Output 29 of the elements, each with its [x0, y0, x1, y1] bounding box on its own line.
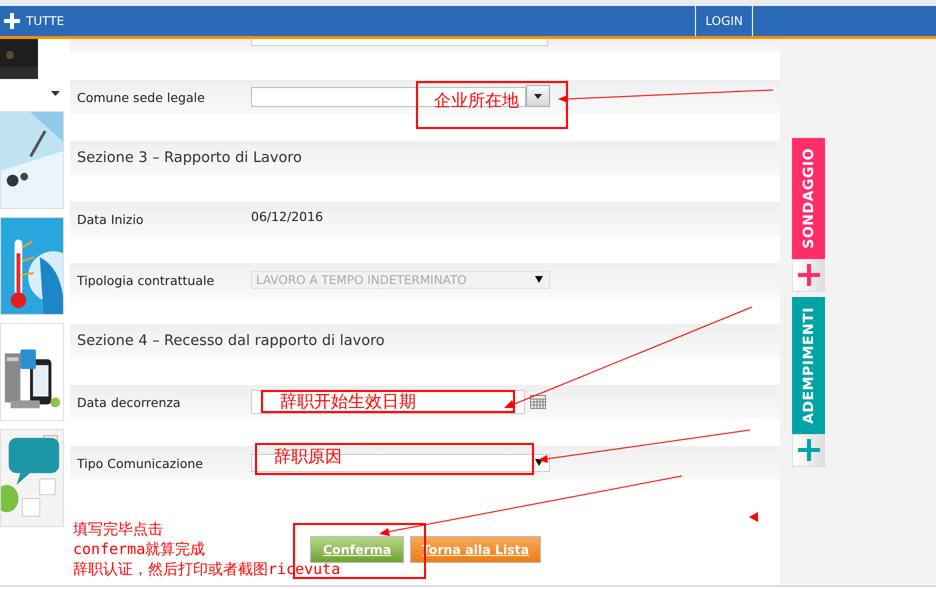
expand-button[interactable]	[792, 258, 825, 292]
field-label: Tipo Comunicazione	[77, 456, 204, 470]
plus-icon	[798, 439, 820, 462]
dropdown-button[interactable]	[526, 85, 550, 107]
section-heading: Sezione 3 – Rapporto di Lavoro	[77, 150, 302, 166]
annotation-text: 辞职原因	[274, 448, 342, 467]
field-label: Data decorrenza	[77, 394, 182, 410]
field-value: 06/12/2016	[251, 209, 324, 224]
calendar-icon[interactable]	[530, 395, 546, 409]
field-label: Comune sede legale	[77, 90, 206, 104]
combo-field[interactable]	[251, 87, 526, 107]
arrowhead-mark	[749, 512, 758, 522]
text-field[interactable]	[251, 39, 548, 46]
annotation-note: 填写完毕点击	[73, 519, 164, 539]
section-heading: Sezione 4 – Recesso dal rapporto di lavoro	[77, 333, 385, 349]
field-label: Data Inizio	[77, 212, 145, 226]
annotation-text: 企业所在地	[434, 92, 519, 111]
expand-button[interactable]	[792, 434, 825, 467]
menu-button[interactable]: TUTTE	[0, 6, 68, 36]
side-tab[interactable]: ADEMPIMENTI	[792, 296, 825, 434]
annotation-text: 辞职开始生效日期	[280, 393, 416, 412]
field-label: Tipologia contrattuale	[77, 272, 216, 288]
caret-icon	[534, 94, 542, 98]
plus-icon	[798, 264, 820, 286]
caret-icon[interactable]	[51, 91, 60, 96]
caret-icon	[535, 276, 543, 283]
confirm-button[interactable]: Conferma	[310, 536, 404, 563]
side-tab[interactable]: SONDAGGIO	[792, 138, 825, 259]
plus-icon	[4, 13, 20, 29]
